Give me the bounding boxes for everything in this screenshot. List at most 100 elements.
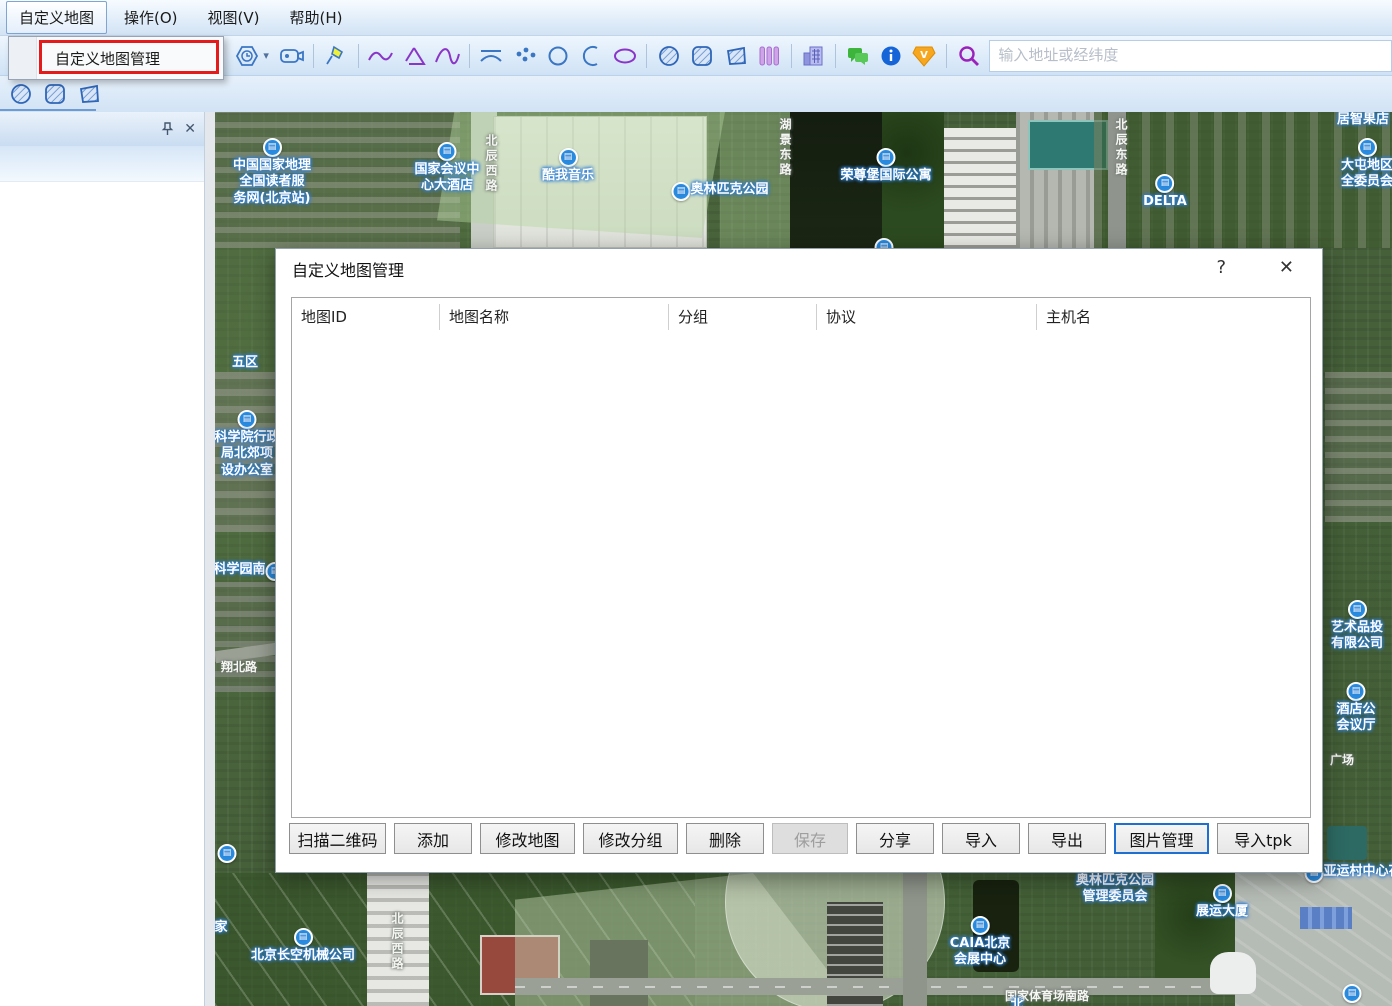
gem-v-icon[interactable]: V [911,42,938,70]
building-poi-icon: ▤ [1347,600,1366,619]
pin-icon[interactable] [161,122,174,136]
toolbar-separator [313,44,314,68]
scan-qrcode-button[interactable]: 扫描二维码 [289,823,386,854]
arc-icon[interactable] [578,42,605,70]
map-terrain [215,112,460,248]
image-management-button[interactable]: 图片管理 [1114,823,1209,854]
import-tpk-button[interactable]: 导入tpk [1217,823,1309,854]
modify-group-button[interactable]: 修改分组 [583,823,678,854]
map-road [1108,112,1126,248]
hexagon-clock-icon[interactable] [233,42,260,70]
dialog-button-row: 扫描二维码 添加 修改地图 修改分组 删除 保存 分享 导入 导出 图片管理 导… [289,823,1311,854]
hatched-polygon-icon[interactable] [722,42,749,70]
striped-bars-icon[interactable] [755,42,782,70]
pushpin-icon[interactable] [322,42,349,70]
polyline-icon[interactable] [367,42,394,70]
map-list-table: 地图ID 地图名称 分组 协议 主机名 [291,297,1311,818]
column-header-protocol[interactable]: 协议 [817,304,1037,330]
map-water [790,112,884,248]
close-icon[interactable]: ✕ [184,122,196,136]
map-buildings [215,582,277,692]
delete-button[interactable]: 删除 [686,823,764,854]
map-label: 广场 [1330,753,1354,768]
scatter-points-icon[interactable] [511,42,538,70]
column-header-hostname[interactable]: 主机名 [1037,304,1310,330]
draw-toolbar [0,76,1392,112]
map-building-column [367,873,429,1006]
help-icon[interactable]: ? [1216,257,1226,278]
toolbar-active-underline [0,109,96,111]
toolbar-separator [791,44,792,68]
toolbar-separator [358,44,359,68]
map-buildings [1325,372,1392,522]
dialog-titlebar[interactable]: 自定义地图管理 ? ✕ [276,249,1322,289]
add-button[interactable]: 添加 [394,823,472,854]
info-icon[interactable] [877,42,904,70]
chat-bubbles-icon[interactable] [844,42,871,70]
hatched-polygon-icon[interactable] [75,80,103,108]
left-panel-header: ✕ [0,112,204,146]
map-blue-roofs [1300,907,1352,929]
column-header-map-name[interactable]: 地图名称 [440,304,669,330]
map-overlay-polygon [437,112,725,238]
map-pond [1327,826,1367,860]
svg-text:V: V [921,50,929,61]
building-poi-icon: ▤ [218,844,237,863]
map-industrial [944,128,1016,248]
import-button[interactable]: 导入 [942,823,1020,854]
map-label: 奥林匹克公园管理委员会 [1076,873,1154,906]
camera-icon[interactable] [278,42,305,70]
arc-chord-icon[interactable] [478,42,505,70]
dropdown-icon-gutter [9,37,37,79]
map-white-structure [1210,952,1256,994]
custom-map-dropdown: 自定义地图管理 [8,36,224,80]
custom-map-management-dialog: 自定义地图管理 ? ✕ 地图ID 地图名称 分组 协议 主机名 扫描二维码 添加… [275,248,1323,873]
map-label: ▤酒店公会议厅 [1336,682,1375,735]
map-plaza [1235,873,1392,1006]
hatched-rectangle-icon[interactable] [41,80,69,108]
column-header-map-id[interactable]: 地图ID [292,304,440,330]
triangle-icon[interactable] [400,42,427,70]
menu-operation[interactable]: 操作(O) [111,1,191,34]
menu-custom-map[interactable]: 自定义地图 [6,1,107,34]
ellipse-icon[interactable] [611,42,638,70]
map-trees [882,112,944,248]
map-label: 科学园南▤ [213,562,284,582]
save-button: 保存 [772,823,848,854]
toolbar-separator [835,44,836,68]
red-annotation-box [39,40,219,74]
left-panel: ✕ [0,112,205,1006]
building-grid-icon[interactable] [800,42,827,70]
dropdown-arrow-icon[interactable]: ▾ [263,49,275,62]
map-road [903,873,927,1006]
modify-map-button[interactable]: 修改地图 [480,823,575,854]
map-buildings [215,372,277,532]
hatched-circle-icon[interactable] [655,42,682,70]
search-input[interactable] [989,40,1392,72]
circle-icon[interactable] [544,42,571,70]
dialog-title: 自定义地图管理 [292,257,404,281]
close-icon[interactable]: ✕ [1279,257,1294,278]
freehand-curve-icon[interactable] [433,42,460,70]
toolbar-separator [646,44,647,68]
toolbar-separator [946,44,947,68]
table-header-row: 地图ID 地图名称 分组 协议 主机名 [292,298,1310,336]
share-button[interactable]: 分享 [856,823,934,854]
map-label: 五区 [232,355,258,371]
left-panel-group-band[interactable] [0,146,204,182]
menu-help[interactable]: 帮助(H) [277,1,356,34]
column-header-group[interactable]: 分组 [669,304,817,330]
menu-view[interactable]: 视图(V) [195,1,273,34]
map-label: 北 [1010,998,1023,1006]
export-button[interactable]: 导出 [1028,823,1106,854]
map-terrain [1094,112,1392,248]
toolbar-separator [469,44,470,68]
menu-bar: 自定义地图 操作(O) 视图(V) 帮助(H) [0,0,1392,36]
building-poi-icon: ▤ [1346,682,1365,701]
map-pond [973,880,1019,972]
hatched-rectangle-icon[interactable] [689,42,716,70]
map-label: ▤艺术品投有限公司 [1331,600,1383,653]
map-poi-icon: ▤ [218,844,237,864]
hatched-circle-icon[interactable] [7,80,35,108]
search-magnifier-icon[interactable] [955,42,982,70]
